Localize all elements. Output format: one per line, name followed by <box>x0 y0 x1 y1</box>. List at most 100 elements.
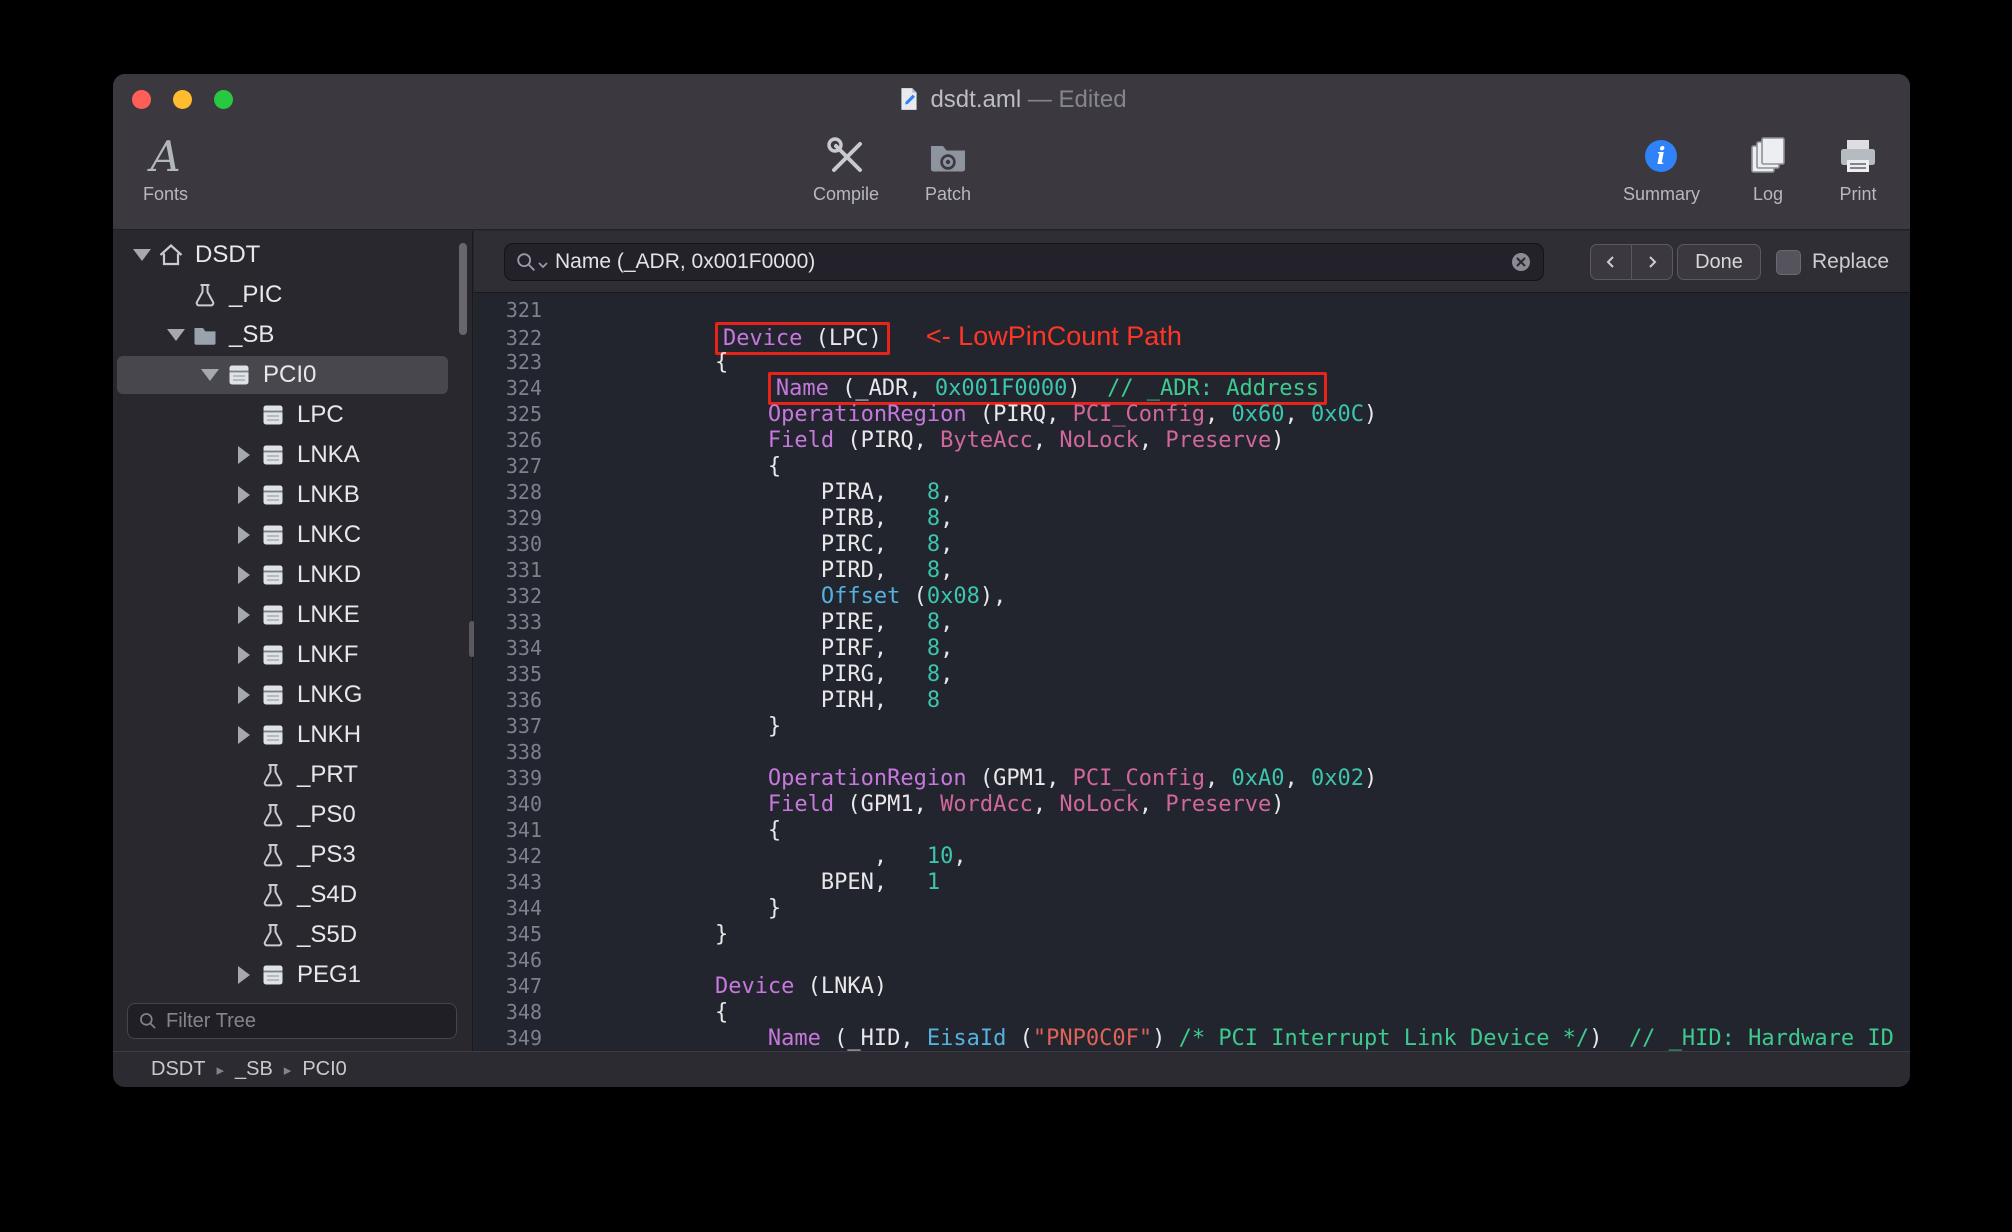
code-line[interactable]: 342 , 10, <box>474 843 1910 869</box>
tree-item-s4d[interactable]: _S4D <box>113 875 472 915</box>
tree-item-lnkh[interactable]: LNKH <box>113 715 472 755</box>
breadcrumb-item-dsdt[interactable]: DSDT <box>151 1058 205 1081</box>
search-icon <box>140 1013 156 1029</box>
code-segment: 8 <box>926 480 941 505</box>
code-line[interactable]: 326 Field (PIRQ, ByteAcc, NoLock, Preser… <box>474 427 1910 453</box>
code-line[interactable]: 335 PIRG, 8, <box>474 661 1910 687</box>
window-title: dsdt.aml — Edited <box>113 86 1910 114</box>
code-line-text: PIRD, 8, <box>556 558 953 584</box>
code-line[interactable]: 333 PIRE, 8, <box>474 609 1910 635</box>
tree-item-ps3[interactable]: _PS3 <box>113 835 472 875</box>
chevron-left-icon <box>1606 256 1614 268</box>
disclosure-closed-icon[interactable] <box>229 566 259 584</box>
code-segment: { <box>556 818 782 843</box>
tree-item-sb[interactable]: _SB <box>113 315 472 355</box>
tree-item-s5d[interactable]: _S5D <box>113 915 472 955</box>
tree-item-lnkd[interactable]: LNKD <box>113 555 472 595</box>
code-line[interactable]: 336 PIRH, 8 <box>474 687 1910 713</box>
code-line[interactable]: 345 } <box>474 921 1910 947</box>
code-segment: 10 <box>926 844 954 869</box>
code-line[interactable]: 334 PIRF, 8, <box>474 635 1910 661</box>
tree-item-pic[interactable]: _PIC <box>113 275 472 315</box>
code-lines: 321 322 Device (LPC) <- LowPinCount Path 32… <box>474 297 1910 1051</box>
code-line[interactable]: 322 Device (LPC) <- LowPinCount Path <box>474 322 1910 355</box>
sidebar-scrollbar[interactable] <box>459 243 467 335</box>
disclosure-open-icon[interactable] <box>195 369 225 381</box>
editor-pane: Done Replace 321 322 Device (LPC) <- LowPi… <box>474 231 1910 1051</box>
code-line[interactable]: 338 <box>474 739 1910 765</box>
log-button[interactable]: Log <box>1746 122 1790 205</box>
breadcrumb-item-sb[interactable]: _SB <box>235 1058 273 1081</box>
done-button[interactable]: Done <box>1677 244 1761 280</box>
disclosure-closed-icon[interactable] <box>229 646 259 664</box>
tree-item-lnke[interactable]: LNKE <box>113 595 472 635</box>
tree-item-lpc[interactable]: LPC <box>113 395 472 435</box>
disclosure-closed-icon[interactable] <box>229 726 259 744</box>
code-line[interactable]: 344 } <box>474 895 1910 921</box>
breadcrumb-item-pci0[interactable]: PCI0 <box>302 1058 346 1081</box>
code-line[interactable]: 341 { <box>474 817 1910 843</box>
tree-item-label: LNKA <box>297 441 360 468</box>
line-number: 344 <box>505 896 542 920</box>
replace-checkbox[interactable] <box>1776 249 1801 275</box>
code-line[interactable]: 324 Name (_ADR, 0x001F0000) // _ADR: Add… <box>474 372 1910 405</box>
code-line[interactable]: 339 OperationRegion (GPM1, PCI_Config, 0… <box>474 765 1910 791</box>
tree-item-peg1[interactable]: PEG1 <box>113 955 472 993</box>
code-editor[interactable]: 321 322 Device (LPC) <- LowPinCount Path 32… <box>474 294 1910 1051</box>
filter-tree-input[interactable] <box>166 1009 446 1033</box>
tree-item-lnka[interactable]: LNKA <box>113 435 472 475</box>
tree-item-dsdt[interactable]: DSDT <box>113 235 472 275</box>
code-line[interactable]: 337 } <box>474 713 1910 739</box>
print-button[interactable]: Print <box>1836 122 1880 205</box>
tree-item-ps0[interactable]: _PS0 <box>113 795 472 835</box>
patch-button[interactable]: Patch <box>925 122 971 205</box>
disclosure-closed-icon[interactable] <box>229 446 259 464</box>
code-line[interactable]: 347 Device (LNKA) <box>474 973 1910 999</box>
code-line[interactable]: 327 { <box>474 453 1910 479</box>
tree-item-pci0[interactable]: PCI0 <box>113 355 472 395</box>
line-number: 333 <box>505 610 542 634</box>
code-line-text: , 10, <box>556 844 967 870</box>
code-segment: , <box>1032 428 1060 453</box>
line-number: 347 <box>505 974 542 998</box>
code-segment: ByteAcc <box>940 428 1033 453</box>
code-line[interactable]: 343 BPEN, 1 <box>474 869 1910 895</box>
code-line[interactable]: 329 PIRB, 8, <box>474 505 1910 531</box>
disclosure-open-icon[interactable] <box>127 249 157 261</box>
code-segment: BPEN, <box>556 870 927 895</box>
filter-tree-field[interactable] <box>127 1003 457 1039</box>
fonts-button[interactable]: A Fonts <box>143 122 188 205</box>
tree-item-lnkb[interactable]: LNKB <box>113 475 472 515</box>
code-segment: } <box>556 714 782 739</box>
clear-search-icon[interactable] <box>1509 250 1533 274</box>
code-line[interactable]: 332 Offset (0x08), <box>474 583 1910 609</box>
disclosure-open-icon[interactable] <box>161 329 191 341</box>
compile-button[interactable]: Compile <box>813 122 879 205</box>
code-line[interactable]: 349 Name (_HID, EisaId ("PNP0C0F") /* PC… <box>474 1025 1910 1051</box>
find-previous-button[interactable] <box>1590 244 1632 280</box>
tree-item-lnkf[interactable]: LNKF <box>113 635 472 675</box>
find-field[interactable] <box>504 243 1544 281</box>
tree-item-lnkg[interactable]: LNKG <box>113 675 472 715</box>
disclosure-closed-icon[interactable] <box>229 686 259 704</box>
code-line[interactable]: 321 <box>474 297 1910 323</box>
summary-button[interactable]: i Summary <box>1623 122 1700 205</box>
tree-item-prt[interactable]: _PRT <box>113 755 472 795</box>
code-line[interactable]: 328 PIRA, 8, <box>474 479 1910 505</box>
disclosure-closed-icon[interactable] <box>229 526 259 544</box>
find-input[interactable] <box>555 250 1509 274</box>
code-line[interactable]: 340 Field (GPM1, WordAcc, NoLock, Preser… <box>474 791 1910 817</box>
code-segment: PCI_Config <box>1072 402 1206 427</box>
disclosure-closed-icon[interactable] <box>229 486 259 504</box>
code-line[interactable]: 331 PIRD, 8, <box>474 557 1910 583</box>
code-line[interactable]: 346 <box>474 947 1910 973</box>
disclosure-closed-icon[interactable] <box>229 606 259 624</box>
code-line[interactable]: 348 { <box>474 999 1910 1025</box>
code-line[interactable]: 325 OperationRegion (PIRQ, PCI_Config, 0… <box>474 401 1910 427</box>
code-line[interactable]: 330 PIRC, 8, <box>474 531 1910 557</box>
tree-item-lnkc[interactable]: LNKC <box>113 515 472 555</box>
code-segment: , <box>1138 428 1166 453</box>
find-next-button[interactable] <box>1631 244 1673 280</box>
disclosure-closed-icon[interactable] <box>229 966 259 984</box>
